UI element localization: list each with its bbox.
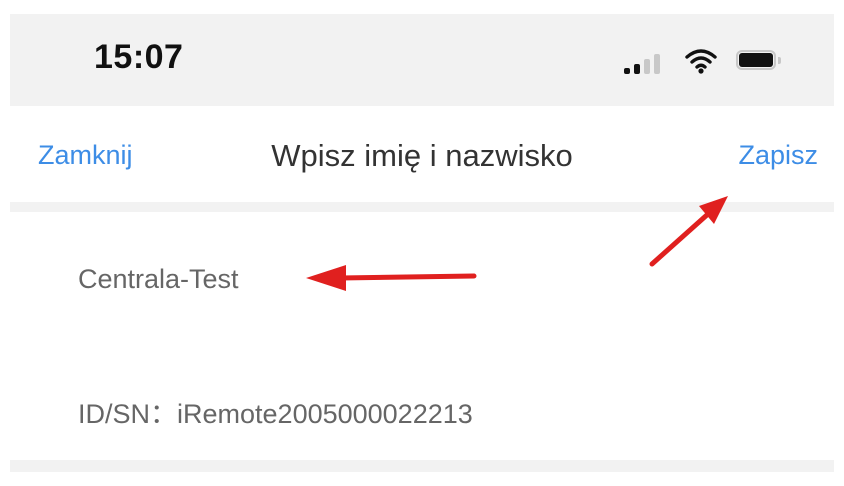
phone-screen: 15:07 Zamknij Wpisz imię i nazwisko Zapi…: [10, 14, 834, 472]
cellular-signal-icon: [624, 52, 670, 74]
page-title: Wpisz imię i nazwisko: [271, 138, 573, 173]
wifi-icon: [685, 49, 717, 74]
status-time: 15:07: [94, 38, 184, 76]
device-form: ID/SN：iRemote2005000022213: [10, 212, 834, 460]
status-bar: 15:07: [10, 14, 834, 106]
battery-icon: [736, 50, 782, 72]
id-sn-label: ID/SN：: [78, 399, 178, 429]
id-sn-value: iRemote2005000022213: [177, 399, 473, 429]
section-divider: [10, 202, 834, 212]
save-button[interactable]: Zapisz: [738, 140, 818, 171]
bottom-divider: [10, 460, 834, 472]
navigation-bar: Zamknij Wpisz imię i nazwisko Zapisz: [10, 106, 834, 202]
id-sn-row: ID/SN：iRemote2005000022213: [78, 392, 473, 431]
name-input[interactable]: [78, 264, 478, 295]
